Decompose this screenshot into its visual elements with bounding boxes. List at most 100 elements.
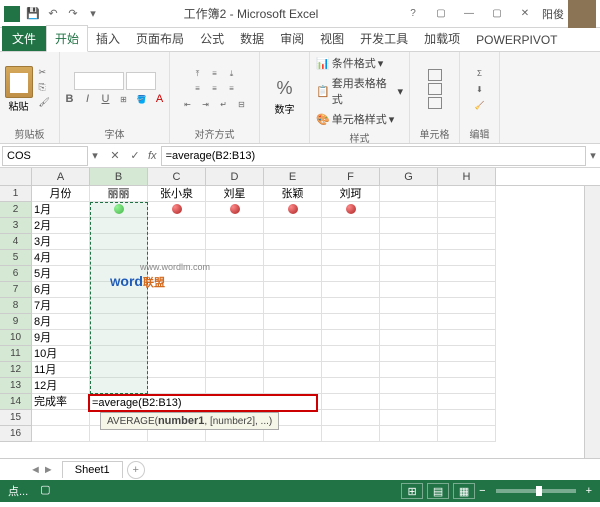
cell[interactable] [438, 378, 496, 394]
cell[interactable] [264, 202, 322, 218]
cell[interactable] [264, 314, 322, 330]
cell[interactable]: 2月 [32, 218, 90, 234]
tab-layout[interactable]: 页面布局 [128, 26, 192, 51]
cell[interactable] [206, 202, 264, 218]
cell[interactable] [380, 410, 438, 426]
align-center-button[interactable]: ≡ [207, 82, 223, 96]
merge-button[interactable]: ⊟ [234, 98, 250, 112]
cell[interactable] [90, 330, 148, 346]
italic-button[interactable]: I [80, 92, 96, 106]
undo-icon[interactable]: ↶ [44, 5, 62, 23]
cell[interactable] [206, 266, 264, 282]
cell[interactable] [32, 410, 90, 426]
row-header[interactable]: 12 [0, 362, 32, 378]
copy-icon[interactable]: ⎘ [39, 82, 55, 96]
view-pagebreak-icon[interactable]: ▦ [453, 483, 475, 499]
cell[interactable] [322, 298, 380, 314]
row-header[interactable]: 16 [0, 426, 32, 442]
col-header-c[interactable]: C [148, 168, 206, 185]
cell[interactable] [148, 314, 206, 330]
cell[interactable] [380, 394, 438, 410]
row-header[interactable]: 4 [0, 234, 32, 250]
cancel-formula-icon[interactable]: ✕ [106, 147, 124, 165]
decrease-indent-button[interactable]: ⇤ [180, 98, 196, 112]
cell[interactable] [264, 234, 322, 250]
sheet-nav-next-icon[interactable]: ► [43, 464, 54, 476]
cell[interactable]: 5月 [32, 266, 90, 282]
cell[interactable] [90, 250, 148, 266]
cell[interactable] [438, 330, 496, 346]
cell[interactable] [206, 378, 264, 394]
cell[interactable] [438, 250, 496, 266]
tab-data[interactable]: 数据 [232, 26, 272, 51]
col-header-a[interactable]: A [32, 168, 90, 185]
tab-view[interactable]: 视图 [312, 26, 352, 51]
cell[interactable] [148, 218, 206, 234]
cell[interactable] [438, 410, 496, 426]
cell[interactable] [90, 378, 148, 394]
underline-button[interactable]: U [98, 92, 114, 106]
cell[interactable] [148, 266, 206, 282]
row-header[interactable]: 10 [0, 330, 32, 346]
cell[interactable] [90, 362, 148, 378]
cell[interactable] [322, 234, 380, 250]
cell[interactable]: 张颖 [264, 186, 322, 202]
percent-button[interactable]: % [276, 78, 292, 99]
namebox-dropdown-icon[interactable]: ▾ [88, 149, 102, 162]
cell[interactable] [380, 202, 438, 218]
cell[interactable] [148, 378, 206, 394]
help-icon[interactable]: ? [400, 5, 426, 23]
cell[interactable] [322, 314, 380, 330]
cell[interactable]: 10月 [32, 346, 90, 362]
formula-expand-icon[interactable]: ▾ [586, 149, 600, 162]
cell[interactable] [148, 362, 206, 378]
cell[interactable] [90, 346, 148, 362]
font-size-select[interactable] [126, 72, 156, 90]
insert-cell-icon[interactable] [428, 69, 442, 81]
cell[interactable] [148, 282, 206, 298]
bold-button[interactable]: B [62, 92, 78, 106]
cell[interactable] [322, 346, 380, 362]
tab-review[interactable]: 审阅 [272, 26, 312, 51]
tab-powerpivot[interactable]: POWERPIVOT [468, 29, 565, 51]
redo-icon[interactable]: ↷ [64, 5, 82, 23]
cell[interactable] [438, 234, 496, 250]
cell[interactable] [322, 266, 380, 282]
cell[interactable] [322, 330, 380, 346]
cell[interactable] [264, 250, 322, 266]
cell[interactable] [380, 266, 438, 282]
cell[interactable] [322, 218, 380, 234]
cell[interactable]: 3月 [32, 234, 90, 250]
cell[interactable]: 丽丽 [90, 186, 148, 202]
user-avatar[interactable] [568, 0, 596, 28]
fx-icon[interactable]: fx [148, 150, 157, 162]
cell[interactable]: 8月 [32, 314, 90, 330]
sheet-nav-prev-icon[interactable]: ◄ [30, 464, 41, 476]
tab-addins[interactable]: 加载项 [416, 26, 468, 51]
cell[interactable] [264, 266, 322, 282]
add-sheet-icon[interactable]: + [127, 461, 145, 479]
row-header[interactable]: 8 [0, 298, 32, 314]
cell[interactable] [148, 250, 206, 266]
cell-styles-button[interactable]: 🎨单元格样式▾ [316, 110, 394, 128]
cell[interactable] [438, 186, 496, 202]
cell[interactable] [380, 234, 438, 250]
row-header[interactable]: 1 [0, 186, 32, 202]
row-header[interactable]: 11 [0, 346, 32, 362]
select-all-corner[interactable] [0, 168, 32, 185]
table-format-button[interactable]: 📋套用表格格式▾ [316, 74, 403, 108]
cell[interactable]: 9月 [32, 330, 90, 346]
cell[interactable] [206, 218, 264, 234]
status-macro-icon[interactable]: ▢ [40, 483, 50, 499]
cell[interactable] [322, 378, 380, 394]
cell[interactable] [322, 282, 380, 298]
name-box[interactable]: COS [2, 146, 88, 166]
cell[interactable] [206, 298, 264, 314]
cell[interactable] [148, 298, 206, 314]
cell[interactable] [438, 282, 496, 298]
cell[interactable]: 张小泉 [148, 186, 206, 202]
col-header-g[interactable]: G [380, 168, 438, 185]
font-family-select[interactable] [74, 72, 124, 90]
cell[interactable] [206, 314, 264, 330]
tab-insert[interactable]: 插入 [88, 26, 128, 51]
